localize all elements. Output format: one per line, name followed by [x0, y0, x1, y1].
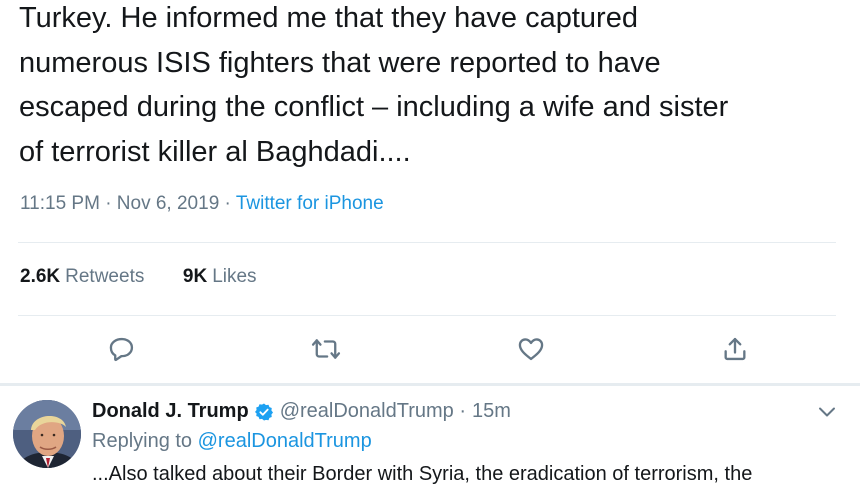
- tweet-text-line: numerous ISIS fighters that were reporte…: [19, 46, 661, 79]
- share-button[interactable]: [719, 333, 751, 365]
- tweet-text-line: of terrorist killer al Baghdadi....: [19, 135, 411, 168]
- tweet-meta: 11:15 PM · Nov 6, 2019 · Twitter for iPh…: [20, 193, 384, 215]
- replying-to-mention[interactable]: @realDonaldTrump: [198, 430, 372, 452]
- tweet-text-line: Turkey. He informed me that they have ca…: [19, 2, 638, 34]
- reply-button[interactable]: [106, 333, 138, 365]
- reply-text: ...Also talked about their Border with S…: [92, 463, 753, 485]
- likes-label: Likes: [212, 266, 257, 287]
- likes-count: 9K: [182, 266, 208, 287]
- tweet-text: Turkey. He informed me that they have ca…: [19, 0, 849, 174]
- reply-header: Donald J. Trump @realDonaldTrump · 15m: [92, 400, 511, 423]
- retweets-label: Retweets: [65, 266, 145, 287]
- reply-icon: [109, 337, 134, 362]
- reply-time[interactable]: 15m: [472, 400, 511, 423]
- like-button[interactable]: [515, 333, 547, 365]
- tweet-timestamp[interactable]: 11:15 PM · Nov 6, 2019 ·: [20, 193, 231, 214]
- thread-separator: [0, 383, 860, 386]
- divider: [18, 242, 836, 243]
- chevron-down-icon[interactable]: [816, 404, 838, 420]
- tweet-text-line: escaped during the conflict – including …: [19, 91, 729, 123]
- tweet-source-link[interactable]: Twitter for iPhone: [236, 193, 384, 214]
- retweets-count: 2.6K: [20, 266, 61, 287]
- like-icon: [518, 338, 544, 361]
- share-icon: [724, 337, 746, 361]
- retweet-button[interactable]: [310, 333, 342, 365]
- avatar[interactable]: [13, 400, 81, 468]
- avatar-image: [13, 400, 81, 468]
- reply-author-name[interactable]: Donald J. Trump: [92, 400, 249, 423]
- retweets-stat[interactable]: 2.6K Retweets: [20, 266, 150, 287]
- divider: [18, 315, 836, 316]
- verified-badge-icon: [254, 403, 273, 420]
- retweet-icon: [311, 339, 341, 359]
- replying-to-label: Replying to: [92, 430, 193, 452]
- likes-stat[interactable]: 9K Likes: [183, 266, 257, 287]
- tweet-stats: 2.6K Retweets 9K Likes: [20, 266, 257, 288]
- reply-author-handle[interactable]: @realDonaldTrump ·: [280, 400, 466, 423]
- replying-to: Replying to @realDonaldTrump: [92, 430, 372, 453]
